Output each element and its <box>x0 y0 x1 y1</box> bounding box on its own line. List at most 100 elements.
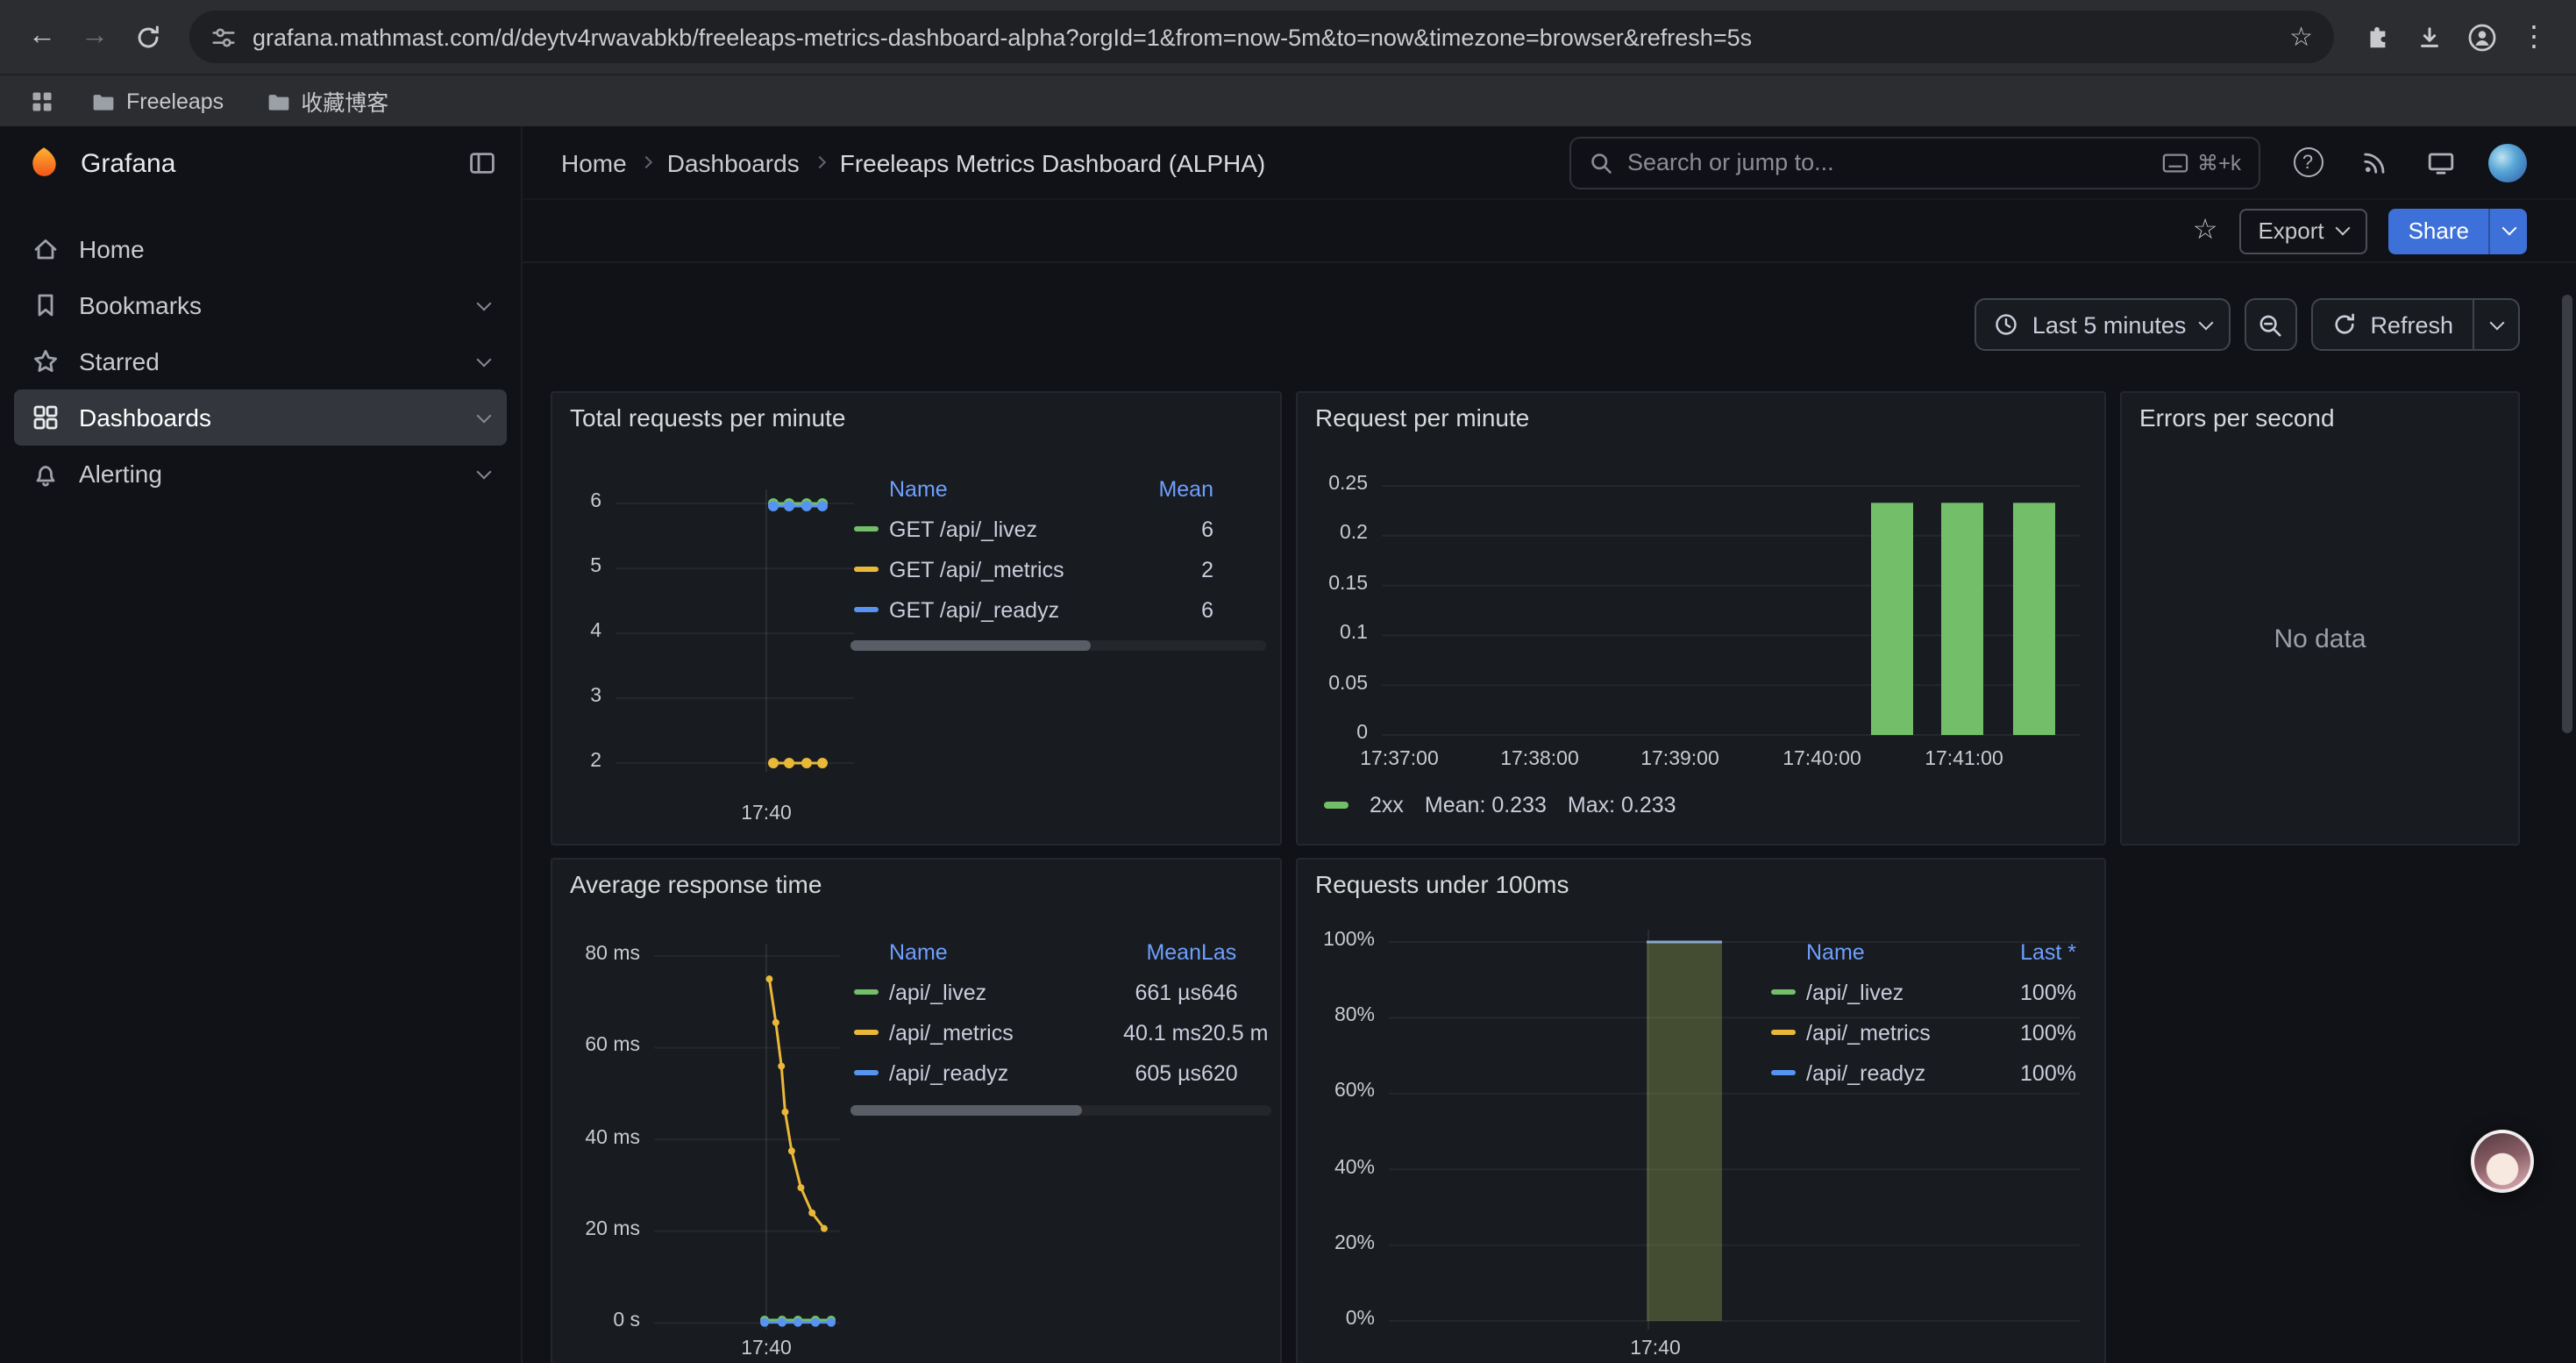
x-tick-label: 17:40 <box>714 1338 819 1359</box>
series-name[interactable]: /api/_metrics <box>889 1020 1092 1045</box>
legend: 2xxMean: 0.233Max: 0.233 <box>1324 793 1676 817</box>
downloads-button[interactable] <box>2404 12 2453 61</box>
grafana-logo[interactable] <box>25 144 63 182</box>
legend-column-header[interactable]: Name <box>1806 940 1992 965</box>
y-tick-label: 0 s <box>559 1310 640 1331</box>
bookmark-icon <box>32 291 60 319</box>
export-button[interactable]: Export <box>2238 208 2367 253</box>
favorite-star-button[interactable]: ☆ <box>2193 217 2218 245</box>
x-tick-label: 17:40 <box>714 803 819 824</box>
y-tick-label: 80 ms <box>559 944 640 965</box>
kiosk-button[interactable] <box>2422 143 2460 182</box>
legend-scrollbar[interactable] <box>850 1105 1271 1116</box>
panel-title[interactable]: Requests under 100ms <box>1315 870 1569 898</box>
panel-average-response-time: Average response time 80 ms60 ms40 ms20 … <box>551 858 1282 1363</box>
series-name[interactable]: 2xx <box>1370 793 1404 817</box>
bookmark-folder-blogs[interactable]: 收藏博客 <box>252 79 402 123</box>
address-bar[interactable]: grafana.mathmast.com/d/deytv4rwavabkb/fr… <box>189 11 2334 63</box>
series-name[interactable]: GET /api/_livez <box>889 517 1112 541</box>
scrollbar-thumb[interactable] <box>2562 295 2572 733</box>
floating-assistant-avatar[interactable] <box>2471 1130 2534 1193</box>
extensions-button[interactable] <box>2352 12 2401 61</box>
y-tick-label: 6 <box>552 491 601 512</box>
page-scrollbar[interactable] <box>2562 263 2572 1363</box>
legend-column-header[interactable]: Last * <box>1992 940 2076 965</box>
x-tick-label: 17:37:00 <box>1347 749 1452 770</box>
refresh-icon <box>2331 312 2356 337</box>
breadcrumb-home[interactable]: Home <box>561 148 627 176</box>
series-color-indicator <box>1771 1030 1796 1036</box>
y-tick-label: 2 <box>552 751 601 772</box>
refresh-button[interactable]: Refresh <box>2312 300 2473 349</box>
grafana-app: Grafana HomeBookmarksStarredDashboardsAl… <box>0 126 2576 1363</box>
zoom-out-button[interactable] <box>2244 298 2296 351</box>
browser-toolbar: ← → grafana.mathmast.com/d/deytv4rwavabk… <box>0 0 2576 74</box>
time-controls: Last 5 minutes Refresh <box>523 298 2576 351</box>
series-value: 2 <box>1112 557 1213 582</box>
refresh-button-group: Refresh <box>2310 298 2520 351</box>
clock-icon <box>1994 312 2018 337</box>
y-tick-label: 0% <box>1305 1309 1375 1330</box>
help-button[interactable]: ? <box>2288 143 2327 182</box>
sidebar-item-starred[interactable]: Starred <box>14 333 507 389</box>
series-name[interactable]: /api/_livez <box>889 980 1092 1004</box>
bell-icon <box>32 460 60 488</box>
y-tick-label: 100% <box>1305 930 1375 951</box>
user-avatar[interactable] <box>2488 143 2527 182</box>
chevron-right-icon <box>814 156 826 168</box>
reload-icon <box>134 24 160 50</box>
sidebar-item-alerting[interactable]: Alerting <box>14 446 507 502</box>
forward-icon: → <box>81 21 109 53</box>
share-button[interactable]: Share <box>2389 208 2527 253</box>
series-color-indicator <box>854 989 879 995</box>
dashboard-grid: Total requests per minute 6543217:40Name… <box>523 391 2576 1363</box>
nav-icon-group: ? <box>2288 143 2527 182</box>
series-name[interactable]: GET /api/_readyz <box>889 597 1112 622</box>
time-range-picker[interactable]: Last 5 minutes <box>1975 298 2231 351</box>
series-name[interactable]: GET /api/_metrics <box>889 557 1112 582</box>
scrollbar-thumb[interactable] <box>850 640 1092 651</box>
sidebar-nav: HomeBookmarksStarredDashboardsAlerting <box>0 200 521 502</box>
reload-button[interactable] <box>123 12 172 61</box>
search-input[interactable]: Search or jump to... ⌘+k <box>1569 136 2260 189</box>
sidebar-item-home[interactable]: Home <box>14 221 507 277</box>
bookmark-folder-freeleaps[interactable]: Freeleaps <box>77 83 238 118</box>
apps-shortcut-button[interactable] <box>21 80 63 122</box>
series-value: 100% <box>1992 1020 2076 1045</box>
series-name[interactable]: /api/_readyz <box>1806 1060 1992 1085</box>
panel-title[interactable]: Average response time <box>570 870 822 898</box>
forward-button[interactable]: → <box>70 12 119 61</box>
download-icon <box>2416 24 2442 50</box>
legend-column-header[interactable]: Mean <box>1112 477 1213 502</box>
scrollbar-thumb[interactable] <box>850 1105 1082 1116</box>
breadcrumb-dashboards[interactable]: Dashboards <box>667 148 800 176</box>
bookmark-star-icon[interactable]: ☆ <box>2289 21 2313 53</box>
panel-title[interactable]: Errors per second <box>2139 403 2335 432</box>
legend-column-header[interactable]: Name <box>889 477 1112 502</box>
menu-button[interactable]: ⋮ <box>2509 12 2558 61</box>
chart-average-response-time: 80 ms60 ms40 ms20 ms0 s17:40NameMeanLas/… <box>552 860 1280 1363</box>
legend-scrollbar[interactable] <box>850 640 1266 651</box>
news-button[interactable] <box>2355 143 2394 182</box>
series-name[interactable]: /api/_metrics <box>1806 1020 1992 1045</box>
series-name[interactable]: /api/_readyz <box>889 1060 1092 1085</box>
panel-title[interactable]: Request per minute <box>1315 403 1529 432</box>
series-color-indicator <box>854 607 879 613</box>
profile-button[interactable] <box>2457 12 2506 61</box>
y-tick-label: 60% <box>1305 1081 1375 1103</box>
refresh-interval-dropdown[interactable] <box>2473 300 2518 349</box>
panel-toggle-icon[interactable] <box>468 149 496 177</box>
sidebar-item-bookmarks[interactable]: Bookmarks <box>14 277 507 333</box>
zoom-out-icon <box>2257 311 2283 338</box>
series-name[interactable]: /api/_livez <box>1806 980 1992 1004</box>
panel-title[interactable]: Total requests per minute <box>570 403 845 432</box>
back-button[interactable]: ← <box>18 12 67 61</box>
legend-column-header[interactable]: Name <box>889 940 1092 965</box>
legend-column-header[interactable]: Las <box>1201 940 1271 965</box>
series-value: 6 <box>1112 597 1213 622</box>
share-dropdown[interactable] <box>2488 208 2527 253</box>
legend-column-header[interactable]: Mean <box>1092 940 1201 965</box>
sidebar-item-dashboards[interactable]: Dashboards <box>14 389 507 446</box>
panel-errors-per-second: Errors per second No data <box>2120 391 2520 846</box>
sidebar: Grafana HomeBookmarksStarredDashboardsAl… <box>0 126 523 1363</box>
